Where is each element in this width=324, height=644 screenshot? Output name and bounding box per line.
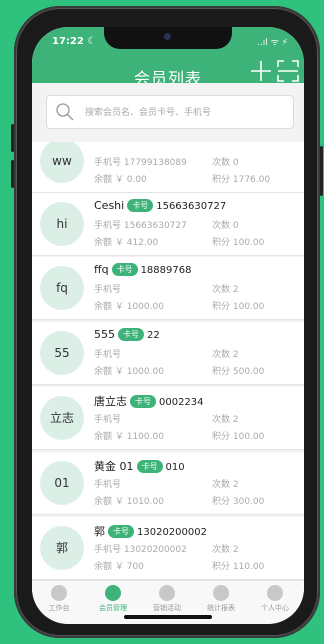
member-phone: 手机号 [94, 480, 122, 490]
member-card-number: 0002234 [159, 397, 204, 408]
member-balance: 余额 ￥ 1010.00 [94, 497, 164, 507]
avatar: 55 [40, 331, 84, 375]
avatar: 郭 [40, 526, 84, 570]
member-row[interactable]: 01 黄金 01 卡号 010 手机号 余额 ￥ 1010.00 次数 2 积分 3… [32, 452, 304, 515]
avatar: fq [40, 266, 84, 310]
member-card-number: 22 [147, 330, 160, 341]
member-name: 黄金 01 [94, 460, 134, 473]
member-row[interactable]: ww 手机号 17799138089 余额 ￥ 0.00 次数 0 积分 177… [32, 142, 304, 193]
avatar: 01 [40, 461, 84, 505]
scan-button[interactable] [277, 60, 299, 82]
card-badge: 卡号 [111, 263, 138, 276]
card-badge: 卡号 [127, 199, 154, 212]
member-name-row: 黄金 01 卡号 010 [94, 458, 185, 474]
tab-member-management[interactable]: 会员管理 [86, 585, 140, 613]
phone-screen: 17:22 ☾ ..ıl ᯤ ⚡ 会员列表 ww 手机号 17799138089… [32, 27, 304, 624]
search-input[interactable] [83, 102, 287, 124]
member-row[interactable]: 立志 唐立志 卡号 0002234 手机号 余额 ￥ 1100.00 次数 2 积分… [32, 387, 304, 450]
scan-icon [277, 60, 299, 82]
status-time: 17:22 ☾ [52, 36, 97, 47]
member-visits: 次数 0 [212, 221, 239, 231]
home-icon [51, 585, 67, 601]
member-visits: 次数 2 [212, 415, 239, 425]
card-badge: 卡号 [130, 395, 156, 408]
notch [104, 27, 232, 49]
plus-icon [251, 61, 271, 81]
search-icon [56, 103, 74, 121]
member-points: 积分 1776.00 [212, 175, 271, 185]
member-row[interactable]: hi Ceshi 卡号 15663630727 手机号 15663630727 余额… [32, 193, 304, 256]
member-name: 郭 [94, 525, 105, 538]
member-phone: 手机号 [94, 285, 122, 295]
member-name-row: 郭卡号 13020200002 [94, 523, 207, 539]
member-points: 积分 100.00 [212, 238, 265, 248]
member-visits: 次数 2 [212, 350, 239, 360]
front-camera [164, 33, 171, 40]
power-button [320, 146, 323, 196]
tab-workbench[interactable]: 工作台 [32, 585, 86, 613]
member-balance: 余额 ￥ 1100.00 [94, 432, 164, 442]
member-balance: 余额 ￥ 0.00 [94, 175, 147, 185]
member-name: 唐立志 [94, 395, 127, 408]
member-card-number: 15663630727 [156, 201, 227, 212]
search-box[interactable] [46, 95, 294, 129]
member-balance: 余额 ￥ 700 [94, 562, 144, 572]
card-badge: 卡号 [118, 328, 144, 341]
tab-label: 工作台 [48, 604, 70, 612]
member-name-row: 唐立志 卡号 0002234 [94, 393, 204, 409]
tab-label: 会员管理 [99, 604, 127, 612]
member-icon [105, 585, 121, 601]
member-row[interactable]: 55 555 卡号 22 手机号 余额 ￥ 1000.00 次数 2 积分 500.… [32, 322, 304, 385]
avatar: 立志 [40, 396, 84, 440]
member-balance: 余额 ￥ 1000.00 [94, 367, 164, 377]
member-name: Ceshi [94, 199, 125, 212]
member-row[interactable]: fq ffq 卡号 18889768 手机号 余额 ￥ 1000.00 次数 2 积… [32, 257, 304, 320]
card-badge: 卡号 [108, 525, 134, 538]
member-phone: 手机号 [94, 415, 122, 425]
tab-marketing[interactable]: 营销活动 [140, 585, 194, 613]
member-card-number: 13020200002 [137, 527, 207, 538]
member-name: ffq [94, 263, 109, 276]
search-bar-container [32, 83, 304, 133]
home-indicator [124, 615, 212, 619]
member-list: ww 手机号 17799138089 余额 ￥ 0.00 次数 0 积分 177… [32, 142, 304, 582]
member-points: 积分 300.00 [212, 497, 265, 507]
avatar: ww [40, 142, 84, 183]
volume-down-button [11, 160, 14, 188]
member-card-number: 010 [165, 462, 185, 473]
member-row[interactable]: 郭 郭卡号 13020200002 手机号 13020200002 余额 ￥ 70… [32, 517, 304, 580]
plus-circle-icon [213, 585, 229, 601]
tab-label: 统计报表 [207, 604, 235, 612]
member-visits: 次数 2 [212, 480, 239, 490]
member-card-number: 18889768 [140, 265, 192, 276]
card-badge: 卡号 [136, 460, 163, 473]
tab-statistics[interactable]: 统计报表 [194, 585, 248, 613]
member-name-row: Ceshi 卡号 15663630727 [94, 199, 226, 212]
tab-profile[interactable]: 个人中心 [248, 585, 302, 613]
member-visits: 次数 0 [212, 158, 239, 168]
member-points: 积分 100.00 [212, 302, 265, 312]
member-visits: 次数 2 [212, 545, 239, 555]
status-icons: ..ıl ᯤ ⚡ [257, 38, 288, 48]
volume-up-button [11, 124, 14, 152]
avatar: hi [40, 202, 84, 246]
tab-label: 个人中心 [261, 604, 289, 612]
member-points: 积分 110.00 [212, 562, 265, 572]
person-icon [267, 585, 283, 601]
member-points: 积分 100.00 [212, 432, 265, 442]
member-points: 积分 500.00 [212, 367, 265, 377]
member-phone: 手机号 15663630727 [94, 221, 187, 231]
add-member-button[interactable] [249, 58, 273, 84]
member-name: 555 [94, 328, 115, 341]
member-phone: 手机号 [94, 350, 122, 360]
bulb-icon [159, 585, 175, 601]
member-name-row: ffq 卡号 18889768 [94, 263, 191, 276]
member-phone: 手机号 13020200002 [94, 545, 187, 555]
tab-label: 营销活动 [153, 604, 181, 612]
member-balance: 余额 ￥ 1000.00 [94, 302, 164, 312]
member-name-row: 555 卡号 22 [94, 328, 160, 341]
member-visits: 次数 2 [212, 285, 239, 295]
member-phone: 手机号 17799138089 [94, 158, 187, 168]
member-balance: 余额 ￥ 412.00 [94, 238, 159, 248]
